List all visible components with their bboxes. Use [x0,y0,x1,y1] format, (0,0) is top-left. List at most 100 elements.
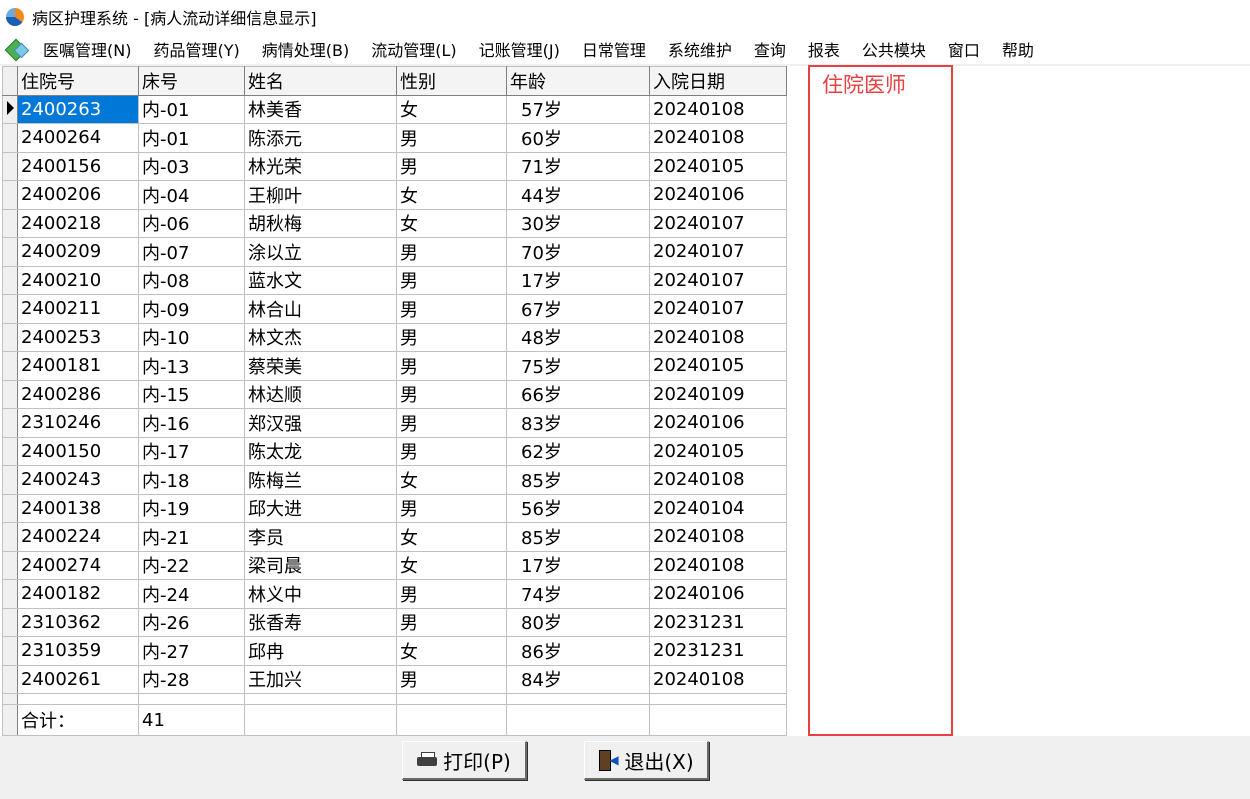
table-row[interactable]: 2400243 内-18 陈梅兰女 85岁 20240108 [2,465,787,495]
menu-daily[interactable]: 日常管理 [571,37,657,61]
cell-name[interactable]: 邱冉 [244,636,397,666]
doctor-column[interactable]: 住院医师 [808,65,953,736]
cell-age[interactable]: 48岁 [506,322,650,352]
row-indicator[interactable] [2,607,18,637]
cell-admission-date[interactable]: 20240105 [649,351,787,381]
menu-maintenance[interactable]: 系统维护 [657,37,743,61]
cell-sex[interactable]: 女 [396,522,507,552]
cell-admission-no[interactable]: 2310362 [17,607,139,637]
cell-admission-no[interactable]: 2400264 [17,123,139,153]
cell-age[interactable]: 85岁 [506,522,650,552]
cell-admission-no[interactable]: 2400218 [17,208,139,238]
cell-sex[interactable]: 男 [396,351,507,381]
cell-age[interactable]: 17岁 [506,550,650,580]
cell-name[interactable]: 林文杰 [244,322,397,352]
col-header-age[interactable]: 年龄 [506,66,650,96]
cell-sex[interactable]: 男 [396,579,507,609]
cell-name[interactable]: 李员 [244,522,397,552]
cell-admission-no[interactable]: 2400243 [17,465,139,495]
cell-admission-no[interactable]: 2400150 [17,436,139,466]
cell-admission-date[interactable]: 20240107 [649,265,787,295]
cell-sex[interactable]: 男 [396,493,507,523]
cell-age[interactable]: 80岁 [506,607,650,637]
cell-admission-no[interactable]: 2400274 [17,550,139,580]
table-row[interactable]: 2310362 内-26 张香寿男 80岁 20231231 [2,607,787,637]
menu-query[interactable]: 查询 [743,37,797,61]
cell-admission-no[interactable]: 2400253 [17,322,139,352]
cell-bed-no[interactable]: 内-13 [138,351,245,381]
cell-admission-no[interactable]: 2400286 [17,379,139,409]
cell-name[interactable]: 涂以立 [244,237,397,267]
menu-condition[interactable]: 病情处理(B) [251,37,360,61]
cell-bed-no[interactable]: 内-21 [138,522,245,552]
cell-sex[interactable]: 女 [396,94,507,124]
cell-name[interactable]: 邱大进 [244,493,397,523]
row-indicator[interactable] [2,493,18,523]
cell-admission-date[interactable]: 20240108 [649,550,787,580]
cell-admission-date[interactable]: 20240108 [649,322,787,352]
cell-name[interactable]: 林合山 [244,294,397,324]
cell-name[interactable]: 林达顺 [244,379,397,409]
col-header-sex[interactable]: 性别 [396,66,507,96]
col-header-bed-no[interactable]: 床号 [138,66,245,96]
cell-admission-no[interactable]: 2310246 [17,408,139,438]
menu-drugs[interactable]: 药品管理(Y) [142,37,250,61]
row-indicator[interactable] [2,94,18,124]
cell-admission-no[interactable]: 2400211 [17,294,139,324]
table-row[interactable]: 2400263 内-01 林美香女 57岁 20240108 [2,94,787,124]
menu-common[interactable]: 公共模块 [851,37,937,61]
cell-bed-no[interactable]: 内-27 [138,636,245,666]
cell-sex[interactable]: 女 [396,180,507,210]
cell-sex[interactable]: 男 [396,151,507,181]
menu-help[interactable]: 帮助 [991,37,1045,61]
cell-sex[interactable]: 男 [396,294,507,324]
cell-age[interactable]: 44岁 [506,180,650,210]
row-indicator[interactable] [2,465,18,495]
cell-sex[interactable]: 女 [396,636,507,666]
cell-sex[interactable]: 男 [396,664,507,694]
cell-admission-date[interactable]: 20240105 [649,151,787,181]
cell-name[interactable]: 林光荣 [244,151,397,181]
row-indicator[interactable] [2,123,18,153]
menu-orders[interactable]: 医嘱管理(N) [32,37,142,61]
cell-age[interactable]: 66岁 [506,379,650,409]
cell-name[interactable]: 王加兴 [244,664,397,694]
cell-sex[interactable]: 男 [396,322,507,352]
cell-name[interactable]: 陈梅兰 [244,465,397,495]
table-row[interactable]: 2400218 内-06 胡秋梅女 30岁 20240107 [2,208,787,238]
exit-button[interactable]: ◀ 退出(X) [584,741,709,780]
col-header-admission-no[interactable]: 住院号 [17,66,139,96]
cell-admission-date[interactable]: 20240108 [649,94,787,124]
table-row[interactable]: 2400182 内-24 林义中男 74岁 20240106 [2,579,787,609]
table-row[interactable]: 2400138 内-19 邱大进男 56岁 20240104 [2,493,787,523]
cell-admission-date[interactable]: 20231231 [649,636,787,666]
cell-name[interactable]: 梁司晨 [244,550,397,580]
cell-admission-date[interactable]: 20240109 [649,379,787,409]
row-indicator[interactable] [2,436,18,466]
cell-sex[interactable]: 男 [396,237,507,267]
cell-sex[interactable]: 男 [396,379,507,409]
row-indicator[interactable] [2,265,18,295]
cell-admission-date[interactable]: 20240106 [649,579,787,609]
cell-admission-no[interactable]: 2400182 [17,579,139,609]
cell-admission-no[interactable]: 2400209 [17,237,139,267]
cell-name[interactable]: 陈添元 [244,123,397,153]
row-indicator[interactable] [2,237,18,267]
cell-age[interactable]: 62岁 [506,436,650,466]
row-indicator[interactable] [2,351,18,381]
table-row[interactable]: 2310359 内-27 邱冉女 86岁 20231231 [2,636,787,666]
row-indicator[interactable] [2,180,18,210]
cell-bed-no[interactable]: 内-09 [138,294,245,324]
cell-age[interactable]: 56岁 [506,493,650,523]
cell-admission-date[interactable]: 20240107 [649,208,787,238]
cell-admission-date[interactable]: 20240106 [649,180,787,210]
table-row[interactable]: 2400224 内-21 李员女 85岁 20240108 [2,522,787,552]
cell-admission-no[interactable]: 2400210 [17,265,139,295]
table-row[interactable]: 2400181 内-13 蔡荣美男 75岁 20240105 [2,351,787,381]
cell-sex[interactable]: 男 [396,607,507,637]
row-indicator[interactable] [2,579,18,609]
cell-sex[interactable]: 女 [396,208,507,238]
cell-admission-date[interactable]: 20240105 [649,436,787,466]
cell-age[interactable]: 17岁 [506,265,650,295]
cell-admission-date[interactable]: 20240107 [649,294,787,324]
